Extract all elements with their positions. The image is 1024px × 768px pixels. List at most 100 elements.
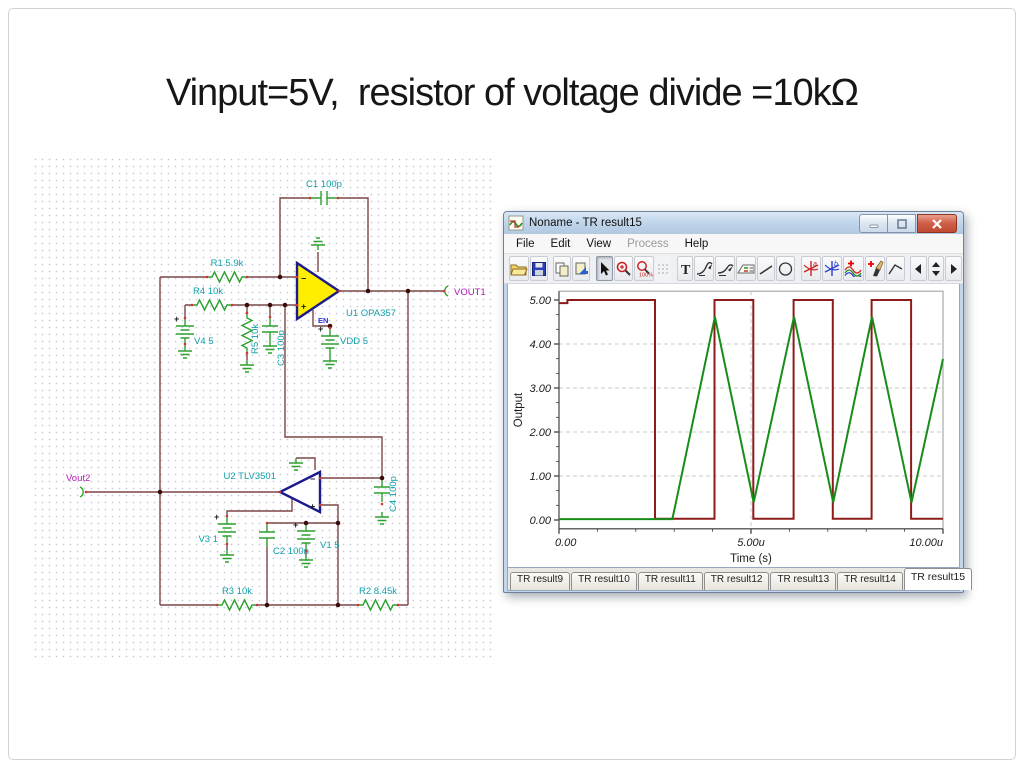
label-v3: V3 1 <box>198 534 218 545</box>
label-r3: R3 10k <box>222 586 252 597</box>
add-curve-icon <box>844 260 863 277</box>
line-icon <box>758 262 774 276</box>
up-down-spinner-icon <box>931 261 941 277</box>
label-u1: U1 OPA357 <box>346 308 396 319</box>
tr-result-chart[interactable]: 0.001.002.003.004.005.000.005.00u10.00uO… <box>508 284 959 565</box>
svg-text:Time (s): Time (s) <box>730 553 772 565</box>
curve-arrow-2-icon <box>716 261 734 277</box>
zoom-100-button[interactable]: 100% <box>634 256 654 281</box>
close-button[interactable] <box>917 214 957 233</box>
tr-result-window: Noname - TR result15 File Edit View Proc… <box>503 211 964 593</box>
label-u2: U2 TLV3501 <box>224 471 276 482</box>
legend-tool-button[interactable] <box>736 256 756 281</box>
svg-text:2.00: 2.00 <box>529 427 552 439</box>
ground-r5 <box>240 360 254 372</box>
u1-plus-mark: + <box>301 302 306 312</box>
u2-minus-mark: − <box>310 474 315 484</box>
svg-text:4.00: 4.00 <box>530 339 552 351</box>
save-button[interactable] <box>530 256 548 281</box>
v1-plus-mark: + <box>293 520 298 530</box>
cursor-b-button[interactable]: b <box>822 256 842 281</box>
label-v1: V1 5 <box>320 540 340 551</box>
ground-c4 <box>375 512 389 524</box>
label-vout2: Vout2 <box>66 473 90 484</box>
save-floppy-icon <box>531 261 547 277</box>
window-titlebar[interactable]: Noname - TR result15 <box>504 212 963 234</box>
text-tool-icon: T <box>678 261 692 276</box>
toolbar: 100% T <box>504 254 963 284</box>
left-arrow-icon <box>914 264 922 274</box>
line-tool-button[interactable] <box>757 256 775 281</box>
ground-c3 <box>263 341 277 353</box>
page-right-button[interactable] <box>945 256 962 281</box>
curve-tool-a-button[interactable] <box>694 256 714 281</box>
ground-v4 <box>178 346 192 358</box>
grid-icon <box>656 262 670 276</box>
grid-button-disabled <box>655 256 672 281</box>
copy-button[interactable] <box>553 256 571 281</box>
menu-help[interactable]: Help <box>677 238 717 250</box>
junction-nodes <box>158 275 411 608</box>
copy-icon <box>554 261 570 277</box>
angle-tool-button[interactable] <box>886 256 905 281</box>
v4-plus-mark: + <box>174 314 179 324</box>
zoom-in-icon <box>615 260 632 277</box>
svg-text:10.00u: 10.00u <box>909 537 943 549</box>
open-folder-icon <box>510 261 528 277</box>
svg-text:5.00: 5.00 <box>530 295 552 307</box>
label-r2: R2 8.45k <box>359 586 397 597</box>
pin-marks <box>85 197 446 607</box>
resistor-r2 <box>358 600 398 610</box>
page-left-button[interactable] <box>910 256 927 281</box>
curve-arrow-icon <box>695 261 713 277</box>
ellipse-tool-button[interactable] <box>776 256 795 281</box>
label-vdd: VDD 5 <box>340 336 368 347</box>
text-tool-button[interactable]: T <box>677 256 694 281</box>
pointer-tool-button[interactable] <box>596 256 613 281</box>
menu-view[interactable]: View <box>578 238 619 250</box>
legend-icon <box>737 261 755 276</box>
label-r1: R1 5.9k <box>211 258 244 269</box>
battery-v3 <box>218 516 236 544</box>
svg-text:0.00: 0.00 <box>555 537 577 549</box>
vout2-terminal <box>80 487 83 497</box>
label-en: EN <box>318 316 328 325</box>
curve-tool-b-button[interactable] <box>715 256 735 281</box>
cursor-a-icon: a <box>802 260 820 277</box>
maximize-button[interactable] <box>888 214 916 233</box>
ground-v3 <box>220 550 234 562</box>
menu-bar: File Edit View Process Help <box>504 234 963 254</box>
wires <box>85 198 445 605</box>
cursor-a-button[interactable]: a <box>801 256 821 281</box>
tab-tr-result13[interactable]: TR result13 <box>770 572 836 590</box>
pen-plus-icon <box>866 260 884 277</box>
tab-tr-result12[interactable]: TR result12 <box>704 572 770 590</box>
resistor-r3 <box>217 600 257 610</box>
label-r4: R4 10k <box>193 286 223 297</box>
tab-tr-result11[interactable]: TR result11 <box>638 572 703 590</box>
svg-text:a: a <box>813 261 817 268</box>
label-c4: C4 100p <box>388 476 399 512</box>
ground-u1-top <box>311 238 325 250</box>
svg-text:0.00: 0.00 <box>530 515 552 527</box>
circuit-schematic: − + − + + + + + C1 100p R1 5.9k R4 10k R… <box>30 160 490 630</box>
tab-tr-result14[interactable]: TR result14 <box>837 572 903 590</box>
ground-u2-top <box>289 458 303 470</box>
minimize-button[interactable] <box>859 214 888 233</box>
label-c2: C2 100n <box>273 546 309 557</box>
tab-tr-result9[interactable]: TR result9 <box>510 572 570 590</box>
capacitor-c2 <box>259 523 275 547</box>
open-button[interactable] <box>509 256 529 281</box>
draw-pen-button[interactable] <box>865 256 885 281</box>
menu-file[interactable]: File <box>508 238 543 250</box>
right-arrow-icon <box>950 264 958 274</box>
menu-edit[interactable]: Edit <box>543 238 579 250</box>
zoom-in-button[interactable] <box>614 256 633 281</box>
svg-text:T: T <box>681 263 691 276</box>
add-curve-button[interactable] <box>843 256 864 281</box>
tab-tr-result15-active[interactable]: TR result15 <box>904 568 972 590</box>
label-vout1: VOUT1 <box>454 287 486 298</box>
tab-tr-result10[interactable]: TR result10 <box>571 572 637 590</box>
page-spinner[interactable] <box>928 256 945 281</box>
export-button[interactable] <box>572 256 590 281</box>
